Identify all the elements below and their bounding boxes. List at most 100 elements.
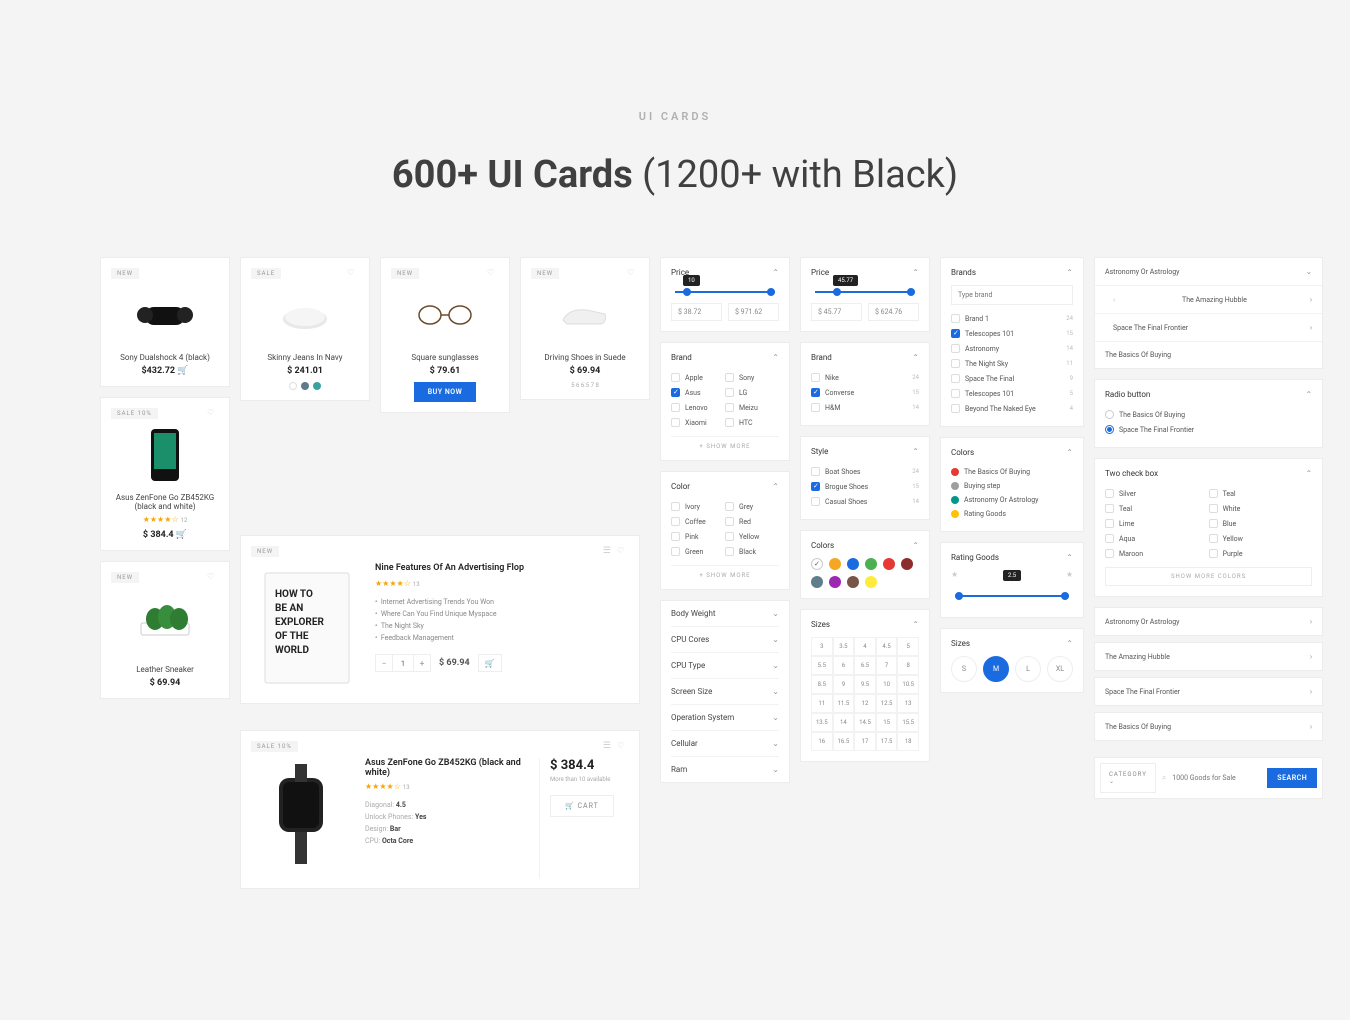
checkbox-row[interactable]: Purple <box>1209 546 1313 561</box>
checkbox-row[interactable]: Teal <box>1209 486 1313 501</box>
radio-row[interactable]: Space The Final Frontier <box>1105 422 1312 437</box>
checkbox-row[interactable]: Blue <box>1209 516 1313 531</box>
heart-icon[interactable]: ♡ <box>627 268 639 280</box>
checkbox-row[interactable]: Sony <box>725 370 779 385</box>
filter-collapsed[interactable]: Operation System⌄ <box>671 704 779 730</box>
list-item[interactable]: The Basics Of Buying <box>1095 342 1322 368</box>
checkbox-row[interactable]: Brand 124 <box>951 311 1073 326</box>
checkbox-row[interactable]: Xiaomi <box>671 415 725 430</box>
checkbox-row[interactable]: Astronomy14 <box>951 341 1073 356</box>
product-card[interactable]: NEW ♡ Leather Sneaker $ 69.94 <box>100 561 230 699</box>
list-item[interactable]: ‹The Amazing Hubble› <box>1095 286 1322 314</box>
chevron-up-icon[interactable]: ⌃ <box>1066 448 1073 457</box>
size-cell[interactable]: 14.5 <box>854 713 876 732</box>
show-more[interactable]: + SHOW MORE <box>671 565 779 579</box>
chevron-up-icon[interactable]: ⌃ <box>912 353 919 362</box>
filter-collapsed[interactable]: CPU Type⌄ <box>671 652 779 678</box>
product-card[interactable]: SALE ♡ Skinny Jeans In Navy $ 241.01 <box>240 257 370 401</box>
filter-collapsed[interactable]: Cellular⌄ <box>671 730 779 756</box>
size-cell[interactable]: 11.5 <box>833 694 855 713</box>
brand-search-input[interactable] <box>951 285 1073 305</box>
color-row[interactable]: Astronomy Or Astrology <box>951 493 1073 507</box>
checkbox-row[interactable]: Telescopes 1015 <box>951 386 1073 401</box>
size-cell[interactable]: 5.5 <box>811 656 833 675</box>
radio-row[interactable]: The Basics Of Buying <box>1105 407 1312 422</box>
price-max[interactable]: $ 624.76 <box>868 303 919 321</box>
search-button[interactable]: SEARCH <box>1267 768 1317 788</box>
checkbox-row[interactable]: Telescopes 10115 <box>951 326 1073 341</box>
size-cell[interactable]: 9 <box>833 675 855 694</box>
checkbox-row[interactable]: Apple <box>671 370 725 385</box>
size-cell[interactable]: 15 <box>876 713 898 732</box>
buy-now-button[interactable]: BUY NOW <box>414 382 477 402</box>
size-button[interactable]: S <box>951 656 977 682</box>
checkbox-row[interactable]: Aqua <box>1105 531 1209 546</box>
link-row[interactable]: Space The Final Frontier› <box>1095 678 1322 705</box>
size-button[interactable]: L <box>1015 656 1041 682</box>
size-cell[interactable]: 16 <box>811 732 833 751</box>
size-cell[interactable]: 10.5 <box>897 675 919 694</box>
checkbox-row[interactable]: Converse15 <box>811 385 919 400</box>
filter-collapsed[interactable]: Screen Size⌄ <box>671 678 779 704</box>
checkbox-row[interactable]: Ivory <box>671 499 725 514</box>
size-cell[interactable]: 9.5 <box>854 675 876 694</box>
size-cell[interactable]: 10 <box>876 675 898 694</box>
size-cell[interactable]: 4.5 <box>876 637 898 656</box>
category-select[interactable]: CATEGORY ⌄ <box>1100 763 1156 793</box>
filter-collapsed[interactable]: Ram⌄ <box>671 756 779 782</box>
product-card[interactable]: NEW ♡ Square sunglasses $ 79.61 BUY NOW <box>380 257 510 413</box>
checkbox-row[interactable]: Silver <box>1105 486 1209 501</box>
chevron-up-icon[interactable]: ⌃ <box>912 541 919 550</box>
color-swatch[interactable] <box>901 558 913 570</box>
chevron-up-icon[interactable]: ⌃ <box>772 268 779 277</box>
checkbox-row[interactable]: Lenovo <box>671 400 725 415</box>
color-swatch[interactable]: ✓ <box>811 558 823 570</box>
size-cell[interactable]: 3.5 <box>833 637 855 656</box>
checkbox-row[interactable]: Maroon <box>1105 546 1209 561</box>
color-swatch[interactable] <box>883 558 895 570</box>
size-cell[interactable]: 4 <box>854 637 876 656</box>
checkbox-row[interactable]: Boat Shoes24 <box>811 464 919 479</box>
size-cell[interactable]: 8 <box>897 656 919 675</box>
link-row[interactable]: The Amazing Hubble› <box>1095 643 1322 670</box>
checkbox-row[interactable]: Nike24 <box>811 370 919 385</box>
list-item[interactable]: Space The Final Frontier› <box>1095 314 1322 342</box>
qty-stepper[interactable]: −1+ <box>375 654 431 672</box>
size-list[interactable]: 5 6 6.5 7 8 <box>531 382 639 389</box>
heart-icon[interactable]: ♡ <box>487 268 499 280</box>
product-card[interactable]: SALE 10% ♡ Asus ZenFone Go ZB452KG (blac… <box>100 397 230 551</box>
size-cell[interactable]: 15.5 <box>897 713 919 732</box>
size-cell[interactable]: 11 <box>811 694 833 713</box>
color-swatch[interactable] <box>829 558 841 570</box>
checkbox-row[interactable]: Yellow <box>1209 531 1313 546</box>
color-swatch[interactable] <box>811 576 823 588</box>
color-swatch[interactable] <box>847 576 859 588</box>
size-cell[interactable]: 17.5 <box>876 732 898 751</box>
chevron-up-icon[interactable]: ⌃ <box>772 353 779 362</box>
link-row[interactable]: Astronomy Or Astrology› <box>1095 608 1322 635</box>
checkbox-row[interactable]: Brogue Shoes15 <box>811 479 919 494</box>
chevron-up-icon[interactable]: ⌃ <box>1305 390 1312 399</box>
product-card-wide[interactable]: NEW ♡ ☰ HOW TOBE ANEXPLOREROF THEWORLD N… <box>240 535 640 704</box>
filter-collapsed[interactable]: Body Weight⌄ <box>671 601 779 626</box>
chevron-up-icon[interactable]: ⌃ <box>772 482 779 491</box>
size-cell[interactable]: 6.5 <box>854 656 876 675</box>
checkbox-row[interactable]: The Night Sky11 <box>951 356 1073 371</box>
size-cell[interactable]: 14 <box>833 713 855 732</box>
chevron-up-icon[interactable]: ⌃ <box>912 447 919 456</box>
chevron-up-icon[interactable]: ⌃ <box>1066 639 1073 648</box>
price-slider[interactable]: 45.77 <box>815 291 915 293</box>
filter-collapsed[interactable]: CPU Cores⌄ <box>671 626 779 652</box>
color-row[interactable]: Rating Goods <box>951 507 1073 521</box>
checkbox-row[interactable]: Asus <box>671 385 725 400</box>
chevron-up-icon[interactable]: ⌃ <box>912 620 919 629</box>
size-cell[interactable]: 7 <box>876 656 898 675</box>
cart-button[interactable]: 🛒 <box>478 654 502 672</box>
color-swatch[interactable] <box>865 558 877 570</box>
product-card[interactable]: NEW ♡ Driving Shoes in Suede $ 69.94 5 6… <box>520 257 650 400</box>
color-swatch[interactable] <box>829 576 841 588</box>
search-input[interactable] <box>1172 774 1261 782</box>
checkbox-row[interactable]: Pink <box>671 529 725 544</box>
chevron-up-icon[interactable]: ⌃ <box>1066 268 1073 277</box>
heart-icon[interactable]: ♡ <box>347 268 359 280</box>
